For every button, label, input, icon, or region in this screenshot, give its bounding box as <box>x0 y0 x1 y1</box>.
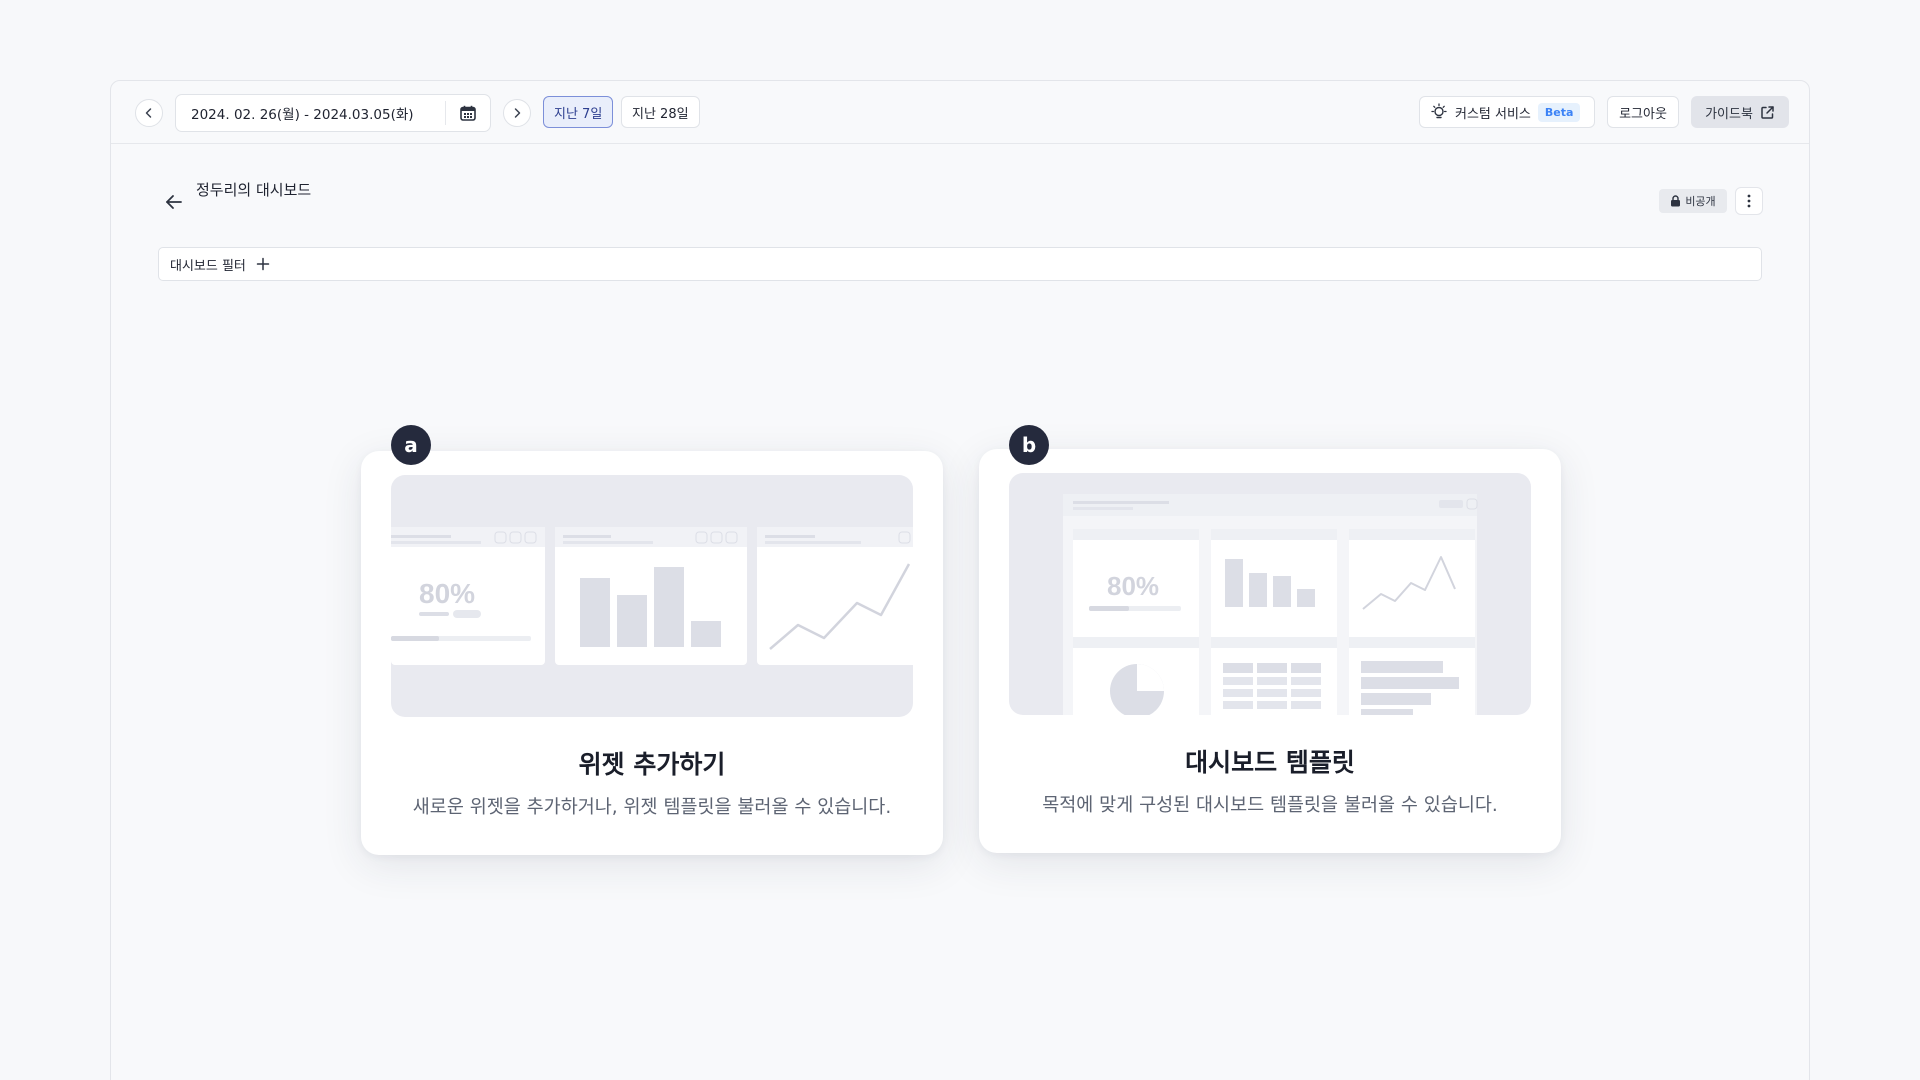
plus-icon <box>256 257 270 271</box>
external-link-icon <box>1761 105 1774 119</box>
card-title: 대시보드 템플릿 <box>1185 748 1355 777</box>
chevron-right-icon <box>514 108 521 118</box>
template-preview-graphic: 80% <box>1063 494 1478 715</box>
widget-percent-text: 80% <box>419 578 475 609</box>
next-period-button[interactable] <box>503 99 531 127</box>
date-range-text: 2024. 02. 26(월) - 2024.03.05(화) <box>191 107 414 123</box>
widget-illustration: 80% <box>391 475 913 717</box>
lock-icon <box>1671 195 1681 207</box>
privacy-label: 비공개 <box>1685 195 1716 208</box>
lightbulb-icon <box>1431 103 1447 119</box>
more-vertical-icon <box>1747 194 1751 208</box>
guidebook-button[interactable]: 가이드북 <box>1691 96 1789 128</box>
prev-period-button[interactable] <box>135 99 163 127</box>
dashboard-template-card[interactable]: 80% 대시보드 템플릿 목적에 맞게 구성된 대시보드 템플릿을 불러올 수 … <box>979 449 1561 853</box>
custom-service-button[interactable]: 커스텀 서비스 Beta <box>1419 96 1595 128</box>
card-title: 위젯 추가하기 <box>578 750 726 779</box>
calendar-icon <box>460 105 476 121</box>
custom-service-label: 커스텀 서비스 <box>1455 106 1531 122</box>
arrow-left-icon <box>166 195 182 209</box>
more-options-button[interactable] <box>1735 187 1763 215</box>
card-description: 새로운 위젯을 추가하거나, 위젯 템플릿을 불러올 수 있습니다. <box>412 797 892 818</box>
template-percent-text: 80% <box>1107 571 1159 601</box>
card-b-badge: b <box>1009 425 1049 465</box>
app-window: 2024. 02. 26(월) - 2024.03.05(화) 지난 7일 지난… <box>110 80 1810 1080</box>
guidebook-label: 가이드북 <box>1705 106 1753 122</box>
dashboard-filter-label: 대시보드 필터 <box>170 258 246 274</box>
chevron-left-icon <box>145 108 152 118</box>
logout-button[interactable]: 로그아웃 <box>1607 96 1679 128</box>
last-28-days-button[interactable]: 지난 28일 <box>621 96 700 128</box>
page-title: 정두리의 대시보드 <box>196 181 312 199</box>
dashboard-filter-bar: 대시보드 필터 <box>158 247 1762 281</box>
card-a-badge: a <box>391 425 431 465</box>
calendar-button[interactable] <box>446 95 490 131</box>
back-button[interactable] <box>163 191 185 213</box>
add-filter-button[interactable] <box>256 257 270 271</box>
last-7-days-button[interactable]: 지난 7일 <box>543 96 614 128</box>
template-illustration: 80% <box>1009 473 1531 715</box>
top-toolbar: 2024. 02. 26(월) - 2024.03.05(화) 지난 7일 지난… <box>111 81 1809 144</box>
add-widget-card[interactable]: 80% 위젯 추가하기 새로운 위젯을 추가하거나, 위젯 템플릿을 불러올 수… <box>361 451 943 855</box>
widget-preview-graphic: 80% <box>391 527 913 665</box>
beta-badge: Beta <box>1537 102 1581 122</box>
card-description: 목적에 맞게 구성된 대시보드 템플릿을 불러올 수 있습니다. <box>1042 795 1498 816</box>
privacy-toggle[interactable]: 비공개 <box>1659 189 1727 213</box>
date-range-picker[interactable]: 2024. 02. 26(월) - 2024.03.05(화) <box>175 94 491 132</box>
